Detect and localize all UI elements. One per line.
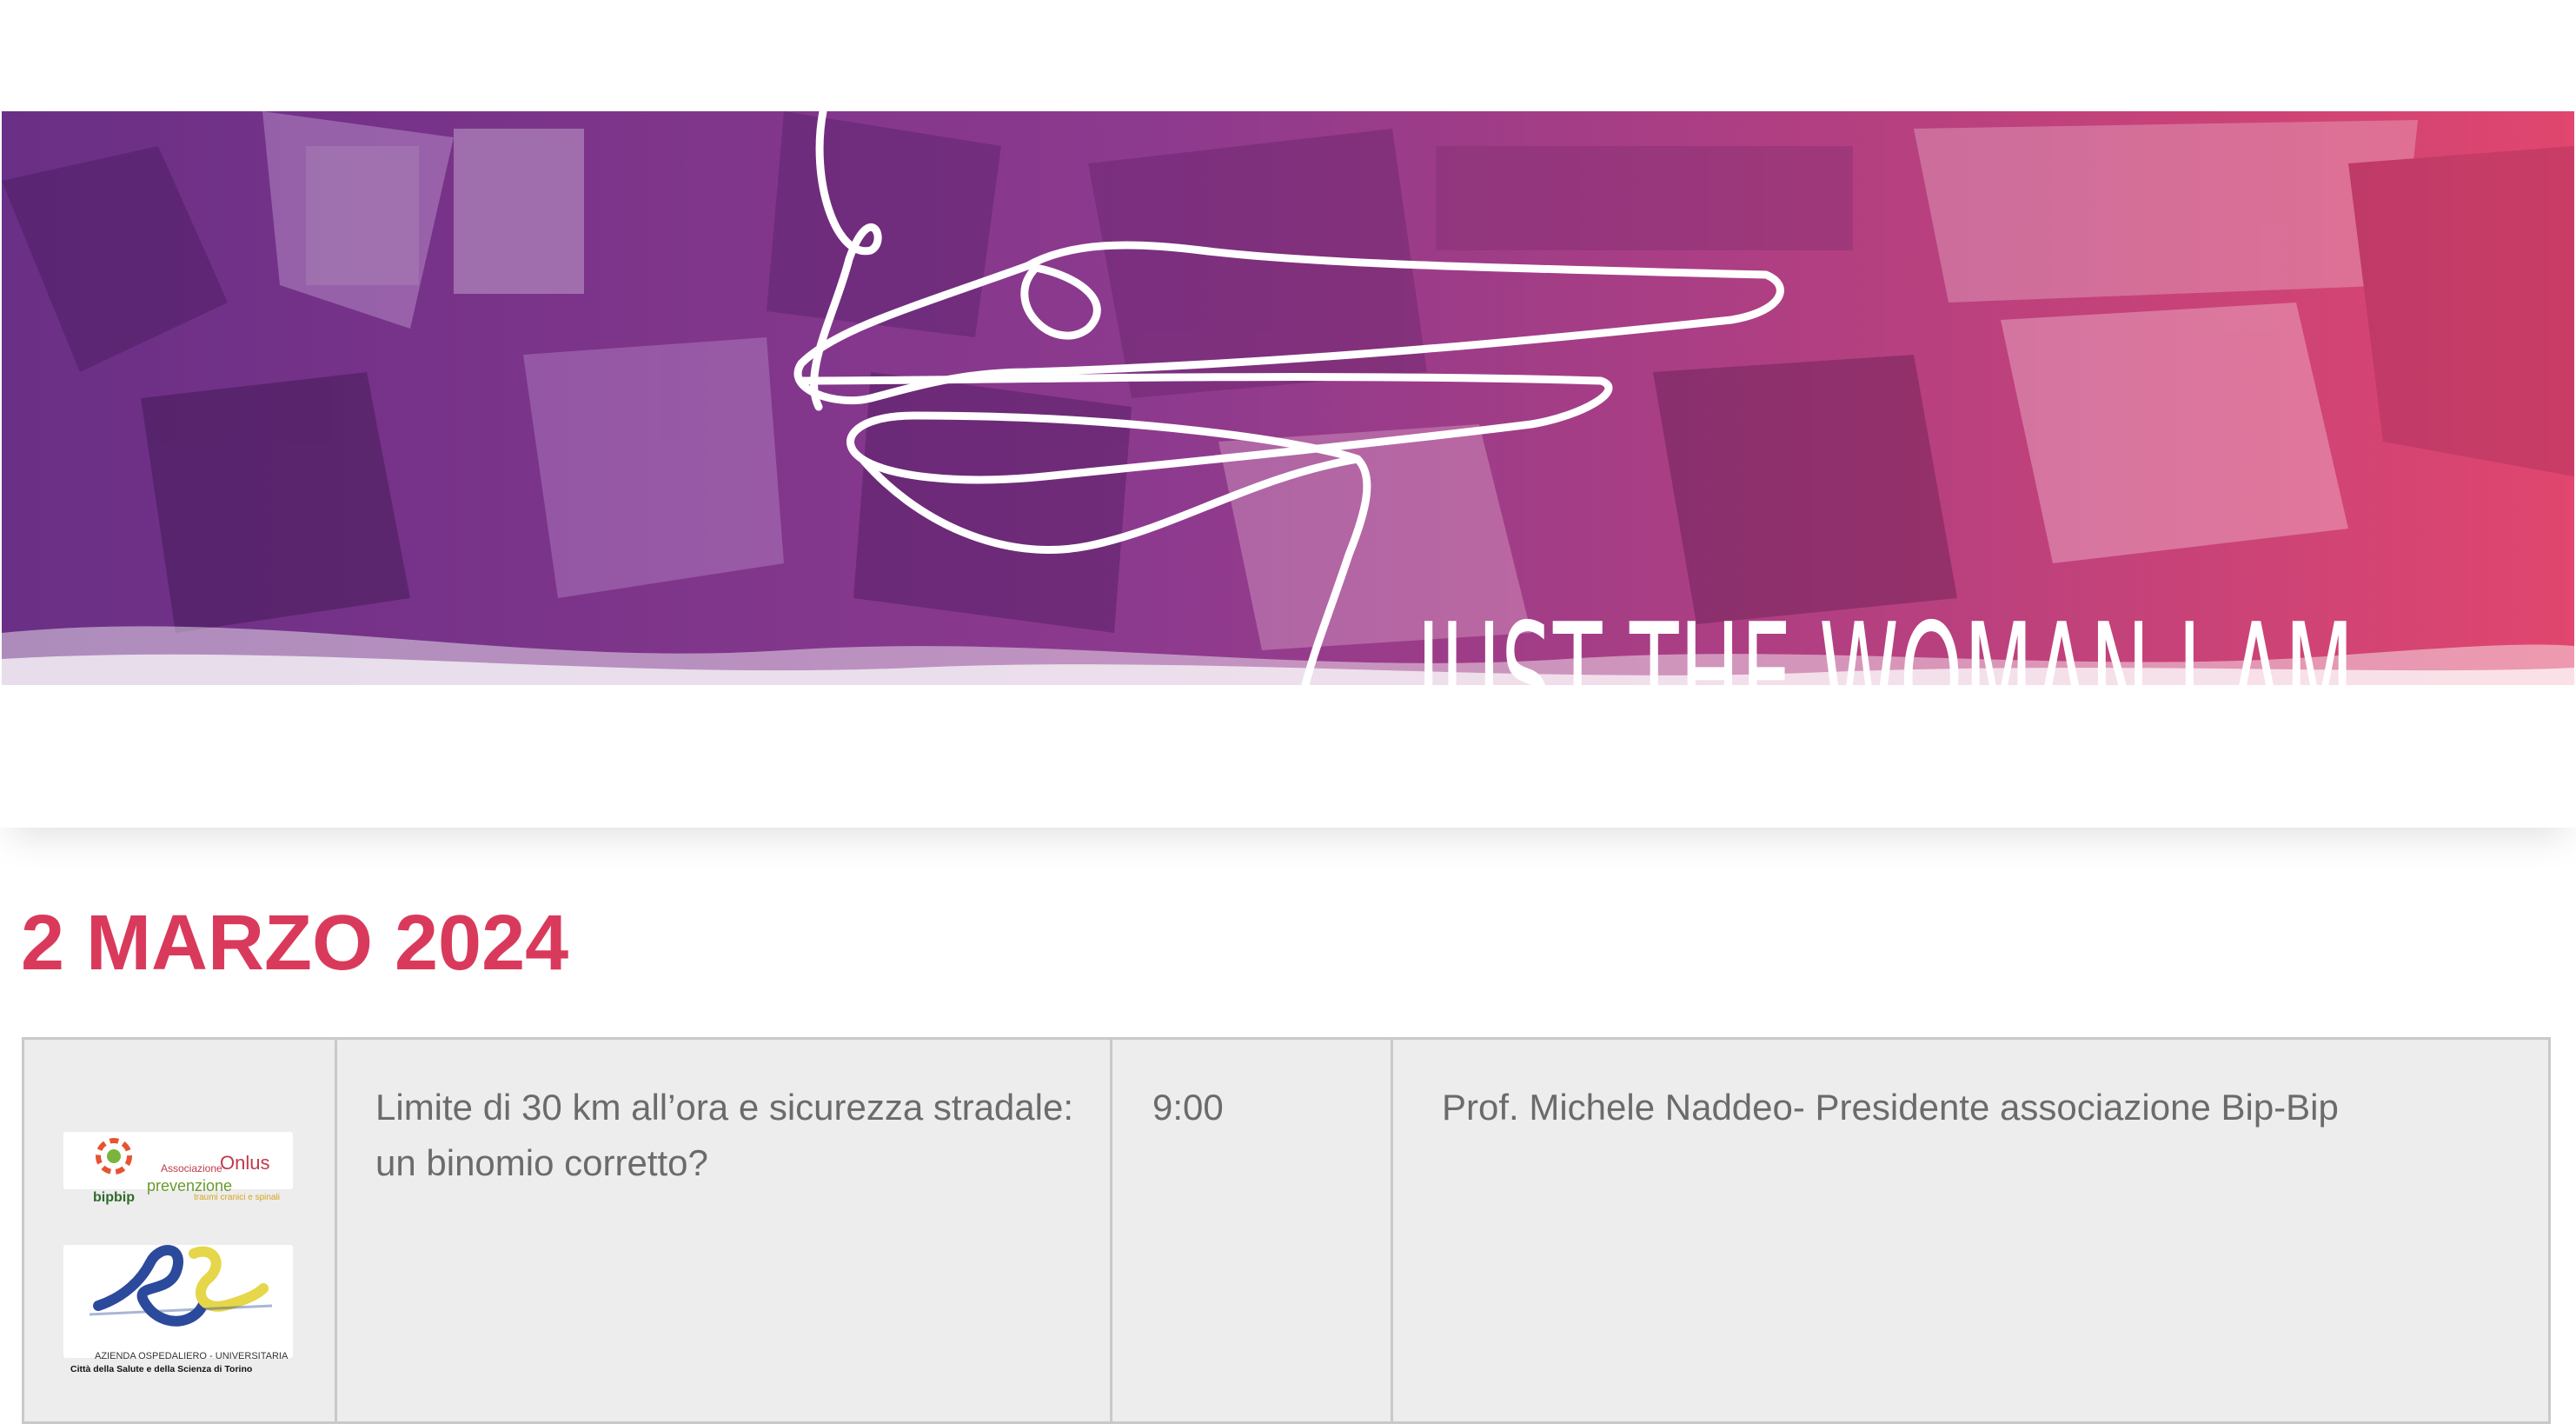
talk-speaker: Prof. Michele Naddeo- Presidente associa… bbox=[1391, 1037, 2551, 1424]
talk-time: 9:00 bbox=[1110, 1037, 1393, 1424]
event-banner: JUST THE WOMAN I AM bbox=[2, 111, 2574, 685]
program-table: Associazione Onlus prevenzione traumi cr… bbox=[22, 1037, 2551, 1424]
table-row: Associazione Onlus prevenzione traumi cr… bbox=[22, 1037, 2551, 1424]
talk-title: Limite di 30 km all’ora e sicurezza stra… bbox=[335, 1037, 1112, 1424]
logos-cell: Associazione Onlus prevenzione traumi cr… bbox=[22, 1037, 337, 1424]
aou-ribbon-icon bbox=[89, 1245, 273, 1327]
bipbip-logo-traumi: traumi cranici e spinali bbox=[194, 1193, 280, 1202]
banner-title: JUST THE WOMAN I AM bbox=[1417, 603, 2354, 686]
aou-citta-salute-logo: AZIENDA OSPEDALIERO - UNIVERSITARIA Citt… bbox=[63, 1245, 293, 1374]
date-heading: 2 MARZO 2024 bbox=[21, 900, 569, 987]
bipbip-logo-name: bipbip bbox=[93, 1190, 135, 1205]
banner-section: JUST THE WOMAN I AM bbox=[0, 0, 2576, 828]
aou-logo-line2: Città della Salute e della Scienza di To… bbox=[70, 1364, 253, 1374]
bipbip-logo: Associazione Onlus prevenzione traumi cr… bbox=[63, 1132, 293, 1205]
